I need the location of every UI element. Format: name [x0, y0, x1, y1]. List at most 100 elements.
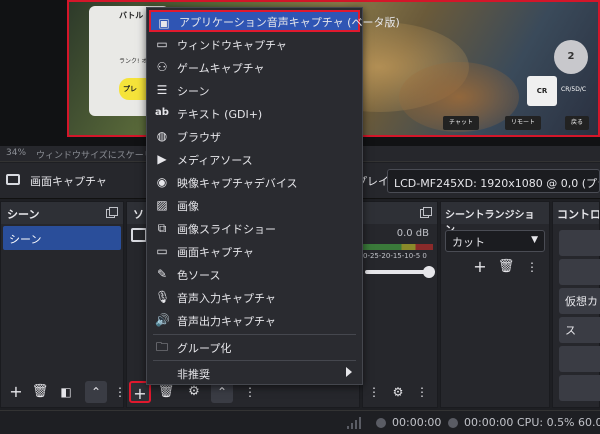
scenes-footer: + 🗑 ◧ ⌃ ⋮	[1, 377, 126, 407]
display-select[interactable]: LCD-MF245XD: 1920x1080 @ 0,0 (プライマリモ	[387, 169, 600, 193]
menu-item-label: ブラウザ	[177, 131, 221, 144]
brush-icon: ✎	[156, 267, 168, 281]
monitor-icon: ▭	[156, 244, 168, 258]
menu-item-text-gdi[interactable]: ab テキスト (GDI+)	[149, 102, 360, 124]
add-transition-button[interactable]: +	[469, 256, 491, 278]
start-streaming-button[interactable]	[559, 230, 600, 256]
meter-scale: 0-25-20-15-10-5 0	[363, 252, 427, 260]
volume-slider-track[interactable]	[365, 270, 431, 274]
menu-item-label: 色ソース	[177, 269, 221, 282]
game-back-button: 戻る	[565, 116, 590, 130]
mixer-db: 0.0 dB	[396, 228, 429, 239]
virtual-camera-button[interactable]: 仮想カ	[559, 288, 600, 314]
studio-mode-button[interactable]: ス	[559, 317, 600, 343]
start-recording-button[interactable]	[559, 259, 600, 285]
mixer-dock: 0.0 dB 0-25-20-15-10-5 0 ⋮ ⚙ ⋮	[362, 201, 438, 408]
menu-item-scene[interactable]: ☰ シーン	[149, 79, 360, 101]
menu-item-label: テキスト (GDI+)	[177, 108, 263, 121]
streaming-status-icon	[448, 418, 458, 428]
add-scene-button[interactable]: +	[5, 381, 27, 403]
mixer-menu-button[interactable]: ⋮	[411, 381, 433, 403]
globe-icon: ◍	[156, 129, 168, 143]
undock-icon[interactable]	[106, 207, 118, 218]
scene-filters-button[interactable]: ◧	[55, 381, 77, 403]
menu-item-label: 映像キャプチャデバイス	[177, 177, 298, 190]
chevron-down-icon: ▼	[531, 235, 538, 245]
transition-more-button[interactable]: ⋮	[521, 256, 543, 278]
menu-item-display-capture[interactable]: ▭ 画面キャプチャ	[149, 240, 360, 262]
text-ab-icon: ab	[155, 107, 169, 118]
scale-percent: 34%	[6, 148, 27, 158]
transition-select[interactable]: カット ▼	[445, 230, 545, 252]
scene-item[interactable]: シーン	[3, 226, 121, 250]
rank-badge: 2	[554, 40, 588, 74]
transitions-dock-header: シーントランジション	[441, 202, 549, 236]
menu-item-audio-input-capture[interactable]: 🎙 音声入力キャプチャ	[149, 286, 360, 308]
camera-icon: ◉	[156, 175, 168, 189]
remove-scene-button[interactable]: 🗑	[29, 381, 51, 403]
menu-item-image[interactable]: ▨ 画像	[149, 194, 360, 216]
remove-transition-button[interactable]: 🗑	[495, 256, 517, 278]
microphone-icon: 🎙	[155, 290, 171, 304]
menu-item-video-capture-device[interactable]: ◉ 映像キャプチャデバイス	[149, 171, 360, 193]
menu-item-label: メディアソース	[177, 154, 253, 167]
game-chat-button: チャット	[443, 116, 479, 130]
mixer-dock-header	[363, 202, 437, 224]
menu-separator-2	[153, 360, 356, 361]
menu-item-label: ウィンドウキャプチャ	[177, 39, 287, 52]
menu-item-deprecated[interactable]: 非推奨	[149, 362, 360, 384]
menu-item-label: シーン	[177, 85, 210, 98]
source-toolbar-title: 画面キャプチャ	[30, 175, 107, 188]
volume-slider-knob[interactable]	[423, 266, 435, 278]
menu-item-app-audio-capture[interactable]: ▣ アプリケーション音声キャプチャ (ベータ版)	[149, 10, 400, 32]
streaming-time: 00:00:00	[464, 416, 514, 429]
mixer-undock-icon[interactable]	[420, 207, 432, 218]
menu-item-audio-output-capture[interactable]: 🔊 音声出力キャプチャ	[149, 309, 360, 331]
volume-meter	[363, 244, 433, 250]
speaker-app-icon: ▣	[158, 16, 170, 30]
menu-item-label: アプリケーション音声キャプチャ (ベータ版)	[179, 16, 400, 29]
scene-move-up-button[interactable]: ⌃	[85, 381, 107, 403]
submenu-arrow-icon	[346, 367, 352, 377]
menu-item-window-capture[interactable]: ▭ ウィンドウキャプチャ	[149, 33, 360, 55]
transition-selected: カット	[452, 236, 485, 249]
mixer-more-button[interactable]: ⋮	[363, 381, 385, 403]
menu-item-label: 音声出力キャプチャ	[177, 315, 276, 328]
menu-item-label: グループ化	[177, 342, 232, 355]
add-source-menu: ▣ アプリケーション音声キャプチャ (ベータ版) ▭ ウィンドウキャプチャ ⚇ …	[146, 7, 400, 385]
menu-item-image-slideshow[interactable]: ⧉ 画像スライドショー	[149, 217, 360, 239]
fps-readout: 60.0	[578, 416, 600, 429]
sources-dock-title: ソ	[133, 208, 144, 221]
gamepad-icon: ⚇	[156, 60, 168, 74]
window-icon: ▭	[156, 37, 168, 51]
status-bar: 00:00:00 00:00:00 CPU: 0.5% 60.0	[0, 410, 600, 434]
mixer-footer: ⋮ ⚙ ⋮	[363, 377, 437, 407]
menu-item-media-source[interactable]: ▶ メディアソース	[149, 148, 360, 170]
cpu-usage: CPU: 0.5%	[517, 416, 575, 429]
transitions-dock: シーントランジション カット ▼ + 🗑 ⋮	[440, 201, 550, 408]
menu-item-group[interactable]: 🗀 グループ化	[149, 336, 360, 358]
menu-item-label: 音声入力キャプチャ	[177, 292, 276, 305]
menu-item-label: 画像	[177, 200, 199, 213]
game-remote-button: リモート	[505, 116, 542, 130]
controls-dock: コントロール 仮想カ ス	[552, 201, 600, 408]
list-icon: ☰	[156, 83, 168, 97]
controls-dock-header: コントロール	[553, 202, 599, 224]
menu-item-browser[interactable]: ◍ ブラウザ	[149, 125, 360, 147]
signal-bars-icon	[347, 417, 361, 429]
recording-time: 00:00:00	[392, 416, 442, 429]
menu-item-game-capture[interactable]: ⚇ ゲームキャプチャ	[149, 56, 360, 78]
exit-button[interactable]	[559, 375, 600, 401]
source-monitor-icon[interactable]	[131, 228, 147, 242]
play-icon: ▶	[157, 152, 167, 166]
slideshow-icon: ⧉	[157, 221, 167, 235]
folder-icon: 🗀	[155, 340, 168, 354]
menu-separator	[153, 334, 356, 335]
menu-item-color-source[interactable]: ✎ 色ソース	[149, 263, 360, 285]
settings-button[interactable]	[559, 346, 600, 372]
mixer-settings-icon[interactable]: ⚙	[387, 381, 409, 403]
speaker-icon: 🔊	[155, 313, 170, 327]
controls-dock-title: コントロール	[557, 208, 599, 221]
cr-label: CR/5D/C	[561, 86, 587, 93]
menu-item-label: ゲームキャプチャ	[177, 62, 265, 75]
